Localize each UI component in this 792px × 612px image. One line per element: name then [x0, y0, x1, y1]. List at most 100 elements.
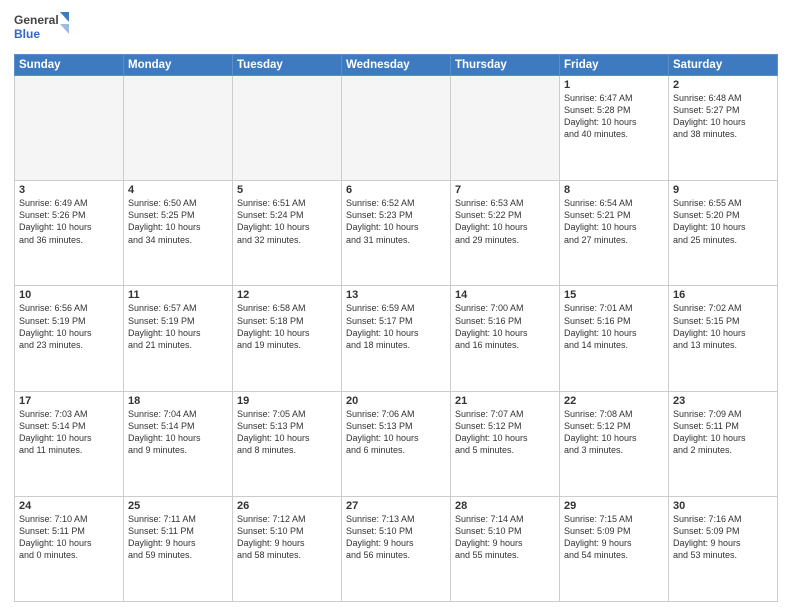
calendar-cell: 28Sunrise: 7:14 AM Sunset: 5:10 PM Dayli… [451, 496, 560, 601]
calendar-cell: 23Sunrise: 7:09 AM Sunset: 5:11 PM Dayli… [669, 391, 778, 496]
day-number: 13 [346, 289, 446, 301]
day-number: 8 [564, 184, 664, 196]
calendar-cell: 9Sunrise: 6:55 AM Sunset: 5:20 PM Daylig… [669, 181, 778, 286]
day-info: Sunrise: 6:55 AM Sunset: 5:20 PM Dayligh… [673, 197, 773, 246]
calendar-cell: 29Sunrise: 7:15 AM Sunset: 5:09 PM Dayli… [560, 496, 669, 601]
calendar-cell: 5Sunrise: 6:51 AM Sunset: 5:24 PM Daylig… [233, 181, 342, 286]
calendar-cell: 18Sunrise: 7:04 AM Sunset: 5:14 PM Dayli… [124, 391, 233, 496]
calendar-cell: 26Sunrise: 7:12 AM Sunset: 5:10 PM Dayli… [233, 496, 342, 601]
weekday-header-friday: Friday [560, 55, 669, 76]
day-number: 11 [128, 289, 228, 301]
calendar-cell: 10Sunrise: 6:56 AM Sunset: 5:19 PM Dayli… [15, 286, 124, 391]
svg-text:General: General [14, 13, 59, 27]
calendar-cell: 1Sunrise: 6:47 AM Sunset: 5:28 PM Daylig… [560, 76, 669, 181]
calendar-cell: 12Sunrise: 6:58 AM Sunset: 5:18 PM Dayli… [233, 286, 342, 391]
day-info: Sunrise: 7:01 AM Sunset: 5:16 PM Dayligh… [564, 302, 664, 351]
day-info: Sunrise: 7:14 AM Sunset: 5:10 PM Dayligh… [455, 513, 555, 562]
weekday-header-tuesday: Tuesday [233, 55, 342, 76]
weekday-header-sunday: Sunday [15, 55, 124, 76]
calendar-cell: 6Sunrise: 6:52 AM Sunset: 5:23 PM Daylig… [342, 181, 451, 286]
day-number: 16 [673, 289, 773, 301]
calendar-cell: 20Sunrise: 7:06 AM Sunset: 5:13 PM Dayli… [342, 391, 451, 496]
calendar-cell [233, 76, 342, 181]
calendar-cell: 15Sunrise: 7:01 AM Sunset: 5:16 PM Dayli… [560, 286, 669, 391]
day-number: 3 [19, 184, 119, 196]
day-info: Sunrise: 7:16 AM Sunset: 5:09 PM Dayligh… [673, 513, 773, 562]
calendar-cell: 30Sunrise: 7:16 AM Sunset: 5:09 PM Dayli… [669, 496, 778, 601]
day-number: 22 [564, 395, 664, 407]
day-info: Sunrise: 7:03 AM Sunset: 5:14 PM Dayligh… [19, 408, 119, 457]
calendar-cell: 24Sunrise: 7:10 AM Sunset: 5:11 PM Dayli… [15, 496, 124, 601]
calendar-cell: 16Sunrise: 7:02 AM Sunset: 5:15 PM Dayli… [669, 286, 778, 391]
day-info: Sunrise: 7:07 AM Sunset: 5:12 PM Dayligh… [455, 408, 555, 457]
day-info: Sunrise: 7:10 AM Sunset: 5:11 PM Dayligh… [19, 513, 119, 562]
day-number: 17 [19, 395, 119, 407]
calendar-cell: 19Sunrise: 7:05 AM Sunset: 5:13 PM Dayli… [233, 391, 342, 496]
day-info: Sunrise: 7:00 AM Sunset: 5:16 PM Dayligh… [455, 302, 555, 351]
calendar-table: SundayMondayTuesdayWednesdayThursdayFrid… [14, 54, 778, 602]
day-number: 27 [346, 500, 446, 512]
calendar-cell: 27Sunrise: 7:13 AM Sunset: 5:10 PM Dayli… [342, 496, 451, 601]
day-info: Sunrise: 7:08 AM Sunset: 5:12 PM Dayligh… [564, 408, 664, 457]
weekday-header-saturday: Saturday [669, 55, 778, 76]
day-info: Sunrise: 6:48 AM Sunset: 5:27 PM Dayligh… [673, 92, 773, 141]
calendar-cell: 25Sunrise: 7:11 AM Sunset: 5:11 PM Dayli… [124, 496, 233, 601]
day-number: 10 [19, 289, 119, 301]
day-info: Sunrise: 6:54 AM Sunset: 5:21 PM Dayligh… [564, 197, 664, 246]
calendar-cell: 13Sunrise: 6:59 AM Sunset: 5:17 PM Dayli… [342, 286, 451, 391]
day-info: Sunrise: 6:58 AM Sunset: 5:18 PM Dayligh… [237, 302, 337, 351]
day-info: Sunrise: 6:50 AM Sunset: 5:25 PM Dayligh… [128, 197, 228, 246]
day-number: 2 [673, 79, 773, 91]
day-number: 6 [346, 184, 446, 196]
day-number: 25 [128, 500, 228, 512]
day-number: 30 [673, 500, 773, 512]
day-info: Sunrise: 6:51 AM Sunset: 5:24 PM Dayligh… [237, 197, 337, 246]
day-info: Sunrise: 6:57 AM Sunset: 5:19 PM Dayligh… [128, 302, 228, 351]
calendar-cell [15, 76, 124, 181]
day-info: Sunrise: 7:09 AM Sunset: 5:11 PM Dayligh… [673, 408, 773, 457]
day-info: Sunrise: 7:06 AM Sunset: 5:13 PM Dayligh… [346, 408, 446, 457]
day-info: Sunrise: 7:12 AM Sunset: 5:10 PM Dayligh… [237, 513, 337, 562]
calendar-cell [451, 76, 560, 181]
calendar-cell: 22Sunrise: 7:08 AM Sunset: 5:12 PM Dayli… [560, 391, 669, 496]
calendar-cell: 21Sunrise: 7:07 AM Sunset: 5:12 PM Dayli… [451, 391, 560, 496]
day-number: 9 [673, 184, 773, 196]
logo-svg: General Blue [14, 10, 69, 46]
day-number: 28 [455, 500, 555, 512]
day-info: Sunrise: 6:52 AM Sunset: 5:23 PM Dayligh… [346, 197, 446, 246]
calendar-cell [124, 76, 233, 181]
calendar-cell: 14Sunrise: 7:00 AM Sunset: 5:16 PM Dayli… [451, 286, 560, 391]
calendar-cell: 17Sunrise: 7:03 AM Sunset: 5:14 PM Dayli… [15, 391, 124, 496]
day-number: 26 [237, 500, 337, 512]
day-info: Sunrise: 7:13 AM Sunset: 5:10 PM Dayligh… [346, 513, 446, 562]
day-info: Sunrise: 6:53 AM Sunset: 5:22 PM Dayligh… [455, 197, 555, 246]
calendar-cell: 11Sunrise: 6:57 AM Sunset: 5:19 PM Dayli… [124, 286, 233, 391]
day-info: Sunrise: 6:47 AM Sunset: 5:28 PM Dayligh… [564, 92, 664, 141]
header: General Blue [14, 10, 778, 46]
day-number: 14 [455, 289, 555, 301]
day-number: 18 [128, 395, 228, 407]
day-number: 1 [564, 79, 664, 91]
day-number: 5 [237, 184, 337, 196]
calendar-cell: 2Sunrise: 6:48 AM Sunset: 5:27 PM Daylig… [669, 76, 778, 181]
day-number: 20 [346, 395, 446, 407]
day-info: Sunrise: 6:56 AM Sunset: 5:19 PM Dayligh… [19, 302, 119, 351]
weekday-header-wednesday: Wednesday [342, 55, 451, 76]
calendar-cell: 8Sunrise: 6:54 AM Sunset: 5:21 PM Daylig… [560, 181, 669, 286]
day-number: 21 [455, 395, 555, 407]
day-number: 23 [673, 395, 773, 407]
calendar-cell: 7Sunrise: 6:53 AM Sunset: 5:22 PM Daylig… [451, 181, 560, 286]
svg-text:Blue: Blue [14, 27, 40, 41]
logo: General Blue [14, 10, 69, 46]
day-info: Sunrise: 6:49 AM Sunset: 5:26 PM Dayligh… [19, 197, 119, 246]
calendar-cell: 4Sunrise: 6:50 AM Sunset: 5:25 PM Daylig… [124, 181, 233, 286]
day-info: Sunrise: 7:04 AM Sunset: 5:14 PM Dayligh… [128, 408, 228, 457]
day-info: Sunrise: 7:02 AM Sunset: 5:15 PM Dayligh… [673, 302, 773, 351]
day-info: Sunrise: 7:05 AM Sunset: 5:13 PM Dayligh… [237, 408, 337, 457]
day-number: 19 [237, 395, 337, 407]
day-number: 12 [237, 289, 337, 301]
day-info: Sunrise: 7:15 AM Sunset: 5:09 PM Dayligh… [564, 513, 664, 562]
calendar-cell [342, 76, 451, 181]
day-number: 15 [564, 289, 664, 301]
weekday-header-monday: Monday [124, 55, 233, 76]
